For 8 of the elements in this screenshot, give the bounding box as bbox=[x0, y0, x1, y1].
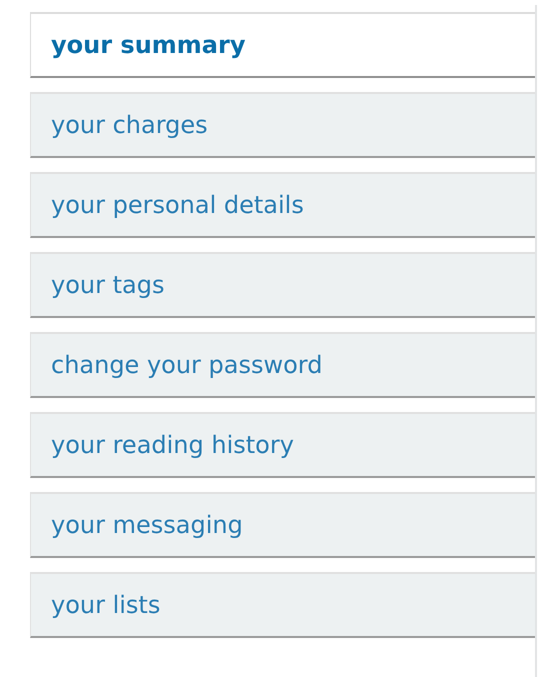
menu-tab[interactable]: your lists bbox=[30, 572, 535, 638]
menu-tab[interactable]: change your password bbox=[30, 332, 535, 398]
menu-tab[interactable]: your tags bbox=[30, 252, 535, 318]
menu-tab[interactable]: your summary bbox=[30, 12, 535, 78]
menu-tab[interactable]: your reading history bbox=[30, 412, 535, 478]
menu-tab[interactable]: your personal details bbox=[30, 172, 535, 238]
menu-tab[interactable]: your charges bbox=[30, 92, 535, 158]
menu-tab[interactable]: your messaging bbox=[30, 492, 535, 558]
